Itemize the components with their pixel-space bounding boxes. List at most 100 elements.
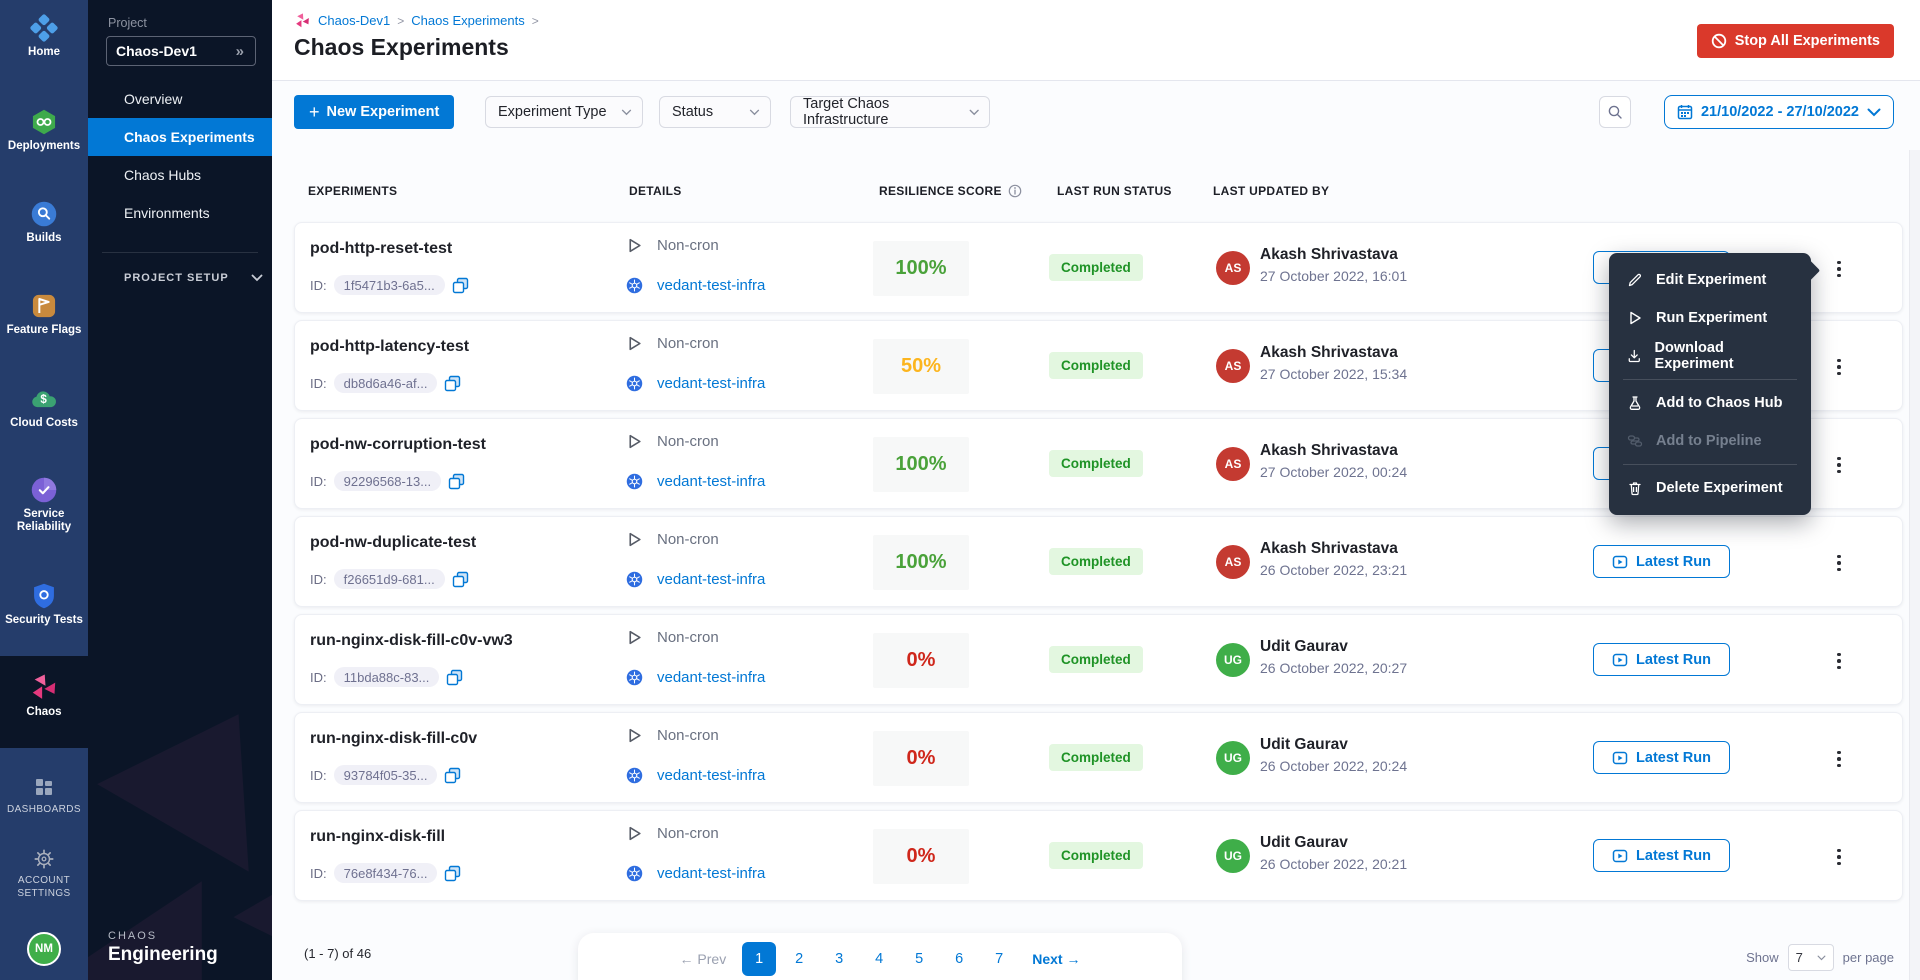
infrastructure-link[interactable]: vedant-test-infra xyxy=(657,277,765,294)
calendar-icon xyxy=(1677,104,1693,120)
page-title: Chaos Experiments xyxy=(294,34,509,61)
svg-text:$: $ xyxy=(40,394,47,406)
latest-run-button[interactable]: Latest Run xyxy=(1593,545,1730,578)
rail-item-service-reliability[interactable]: Service Reliability xyxy=(0,476,88,534)
nav-item-chaos-hubs[interactable]: Chaos Hubs xyxy=(88,156,272,194)
chevron-down-icon xyxy=(251,274,263,282)
breadcrumb-page-link[interactable]: Chaos Experiments xyxy=(411,13,524,28)
row-menu-button[interactable] xyxy=(1831,449,1847,481)
latest-run-button[interactable]: Latest Run xyxy=(1593,741,1730,774)
rail-item-chaos[interactable]: Chaos xyxy=(0,656,88,748)
page-button-3[interactable]: 3 xyxy=(822,942,856,976)
id-prefix: ID: xyxy=(310,278,327,293)
page-size-value: 7 xyxy=(1796,950,1803,965)
rail-item-dashboards[interactable]: DASHBOARDS xyxy=(0,775,88,816)
status-filter[interactable]: Status xyxy=(659,96,771,128)
menu-item-download-experiment[interactable]: Download Experiment xyxy=(1609,337,1811,375)
row-context-menu: Edit Experiment Run Experiment Download … xyxy=(1609,253,1811,515)
status-badge: Completed xyxy=(1049,744,1143,771)
project-selector[interactable]: Chaos-Dev1 » xyxy=(106,36,256,66)
rail-item-deployments[interactable]: Deployments xyxy=(0,108,88,153)
infrastructure-link[interactable]: vedant-test-infra xyxy=(657,473,765,490)
infrastructure-link[interactable]: vedant-test-infra xyxy=(657,571,765,588)
page-button-5[interactable]: 5 xyxy=(902,942,936,976)
page-size-select[interactable]: 7 xyxy=(1788,944,1834,971)
nav-item-environments[interactable]: Environments xyxy=(88,194,272,232)
gear-icon xyxy=(33,848,55,870)
row-menu-button[interactable] xyxy=(1831,841,1847,873)
rail-item-account-settings[interactable]: ACCOUNT SETTINGS xyxy=(0,848,88,900)
experiment-id-chip: 1f5471b3-6a5... xyxy=(334,275,445,295)
chaos-hub-icon xyxy=(1627,395,1643,411)
experiment-type-filter[interactable]: Experiment Type xyxy=(485,96,643,128)
page-button-4[interactable]: 4 xyxy=(862,942,896,976)
menu-item-label: Add to Chaos Hub xyxy=(1656,395,1782,411)
run-view-icon xyxy=(1612,652,1628,668)
infrastructure-line: vedant-test-infra xyxy=(626,473,765,490)
experiment-name: pod-nw-corruption-test xyxy=(310,436,486,454)
page-button-1[interactable]: 1 xyxy=(742,942,776,976)
row-menu-button[interactable] xyxy=(1831,645,1847,677)
infrastructure-line: vedant-test-infra xyxy=(626,767,765,784)
main-content: Chaos-Dev1 > Chaos Experiments > Chaos E… xyxy=(272,0,1920,980)
id-prefix: ID: xyxy=(310,768,327,783)
menu-item-delete-experiment[interactable]: Delete Experiment xyxy=(1609,469,1811,507)
status-badge: Completed xyxy=(1049,842,1143,869)
copy-icon[interactable] xyxy=(448,473,465,490)
copy-icon[interactable] xyxy=(452,571,469,588)
scrollbar-track[interactable] xyxy=(1909,150,1920,980)
infrastructure-line: vedant-test-infra xyxy=(626,865,765,882)
page-button-7[interactable]: 7 xyxy=(982,942,1016,976)
latest-run-button[interactable]: Latest Run xyxy=(1593,839,1730,872)
latest-run-button[interactable]: Latest Run xyxy=(1593,643,1730,676)
rail-item-cloud-costs[interactable]: $ Cloud Costs xyxy=(0,385,88,430)
copy-icon[interactable] xyxy=(452,277,469,294)
status-badge: Completed xyxy=(1049,450,1143,477)
user-avatar: UG xyxy=(1216,643,1250,677)
play-outline-icon xyxy=(626,531,643,548)
experiment-id-line: ID: 92296568-13... xyxy=(310,471,465,491)
breadcrumb-project-link[interactable]: Chaos-Dev1 xyxy=(318,13,390,28)
rail-item-feature-flags[interactable]: Feature Flags xyxy=(0,292,88,337)
chevron-down-icon xyxy=(749,109,760,116)
menu-item-add-to-chaos-hub[interactable]: Add to Chaos Hub xyxy=(1609,384,1811,422)
collapse-nav-button[interactable]: » xyxy=(234,43,246,60)
chevron-down-icon xyxy=(1817,955,1826,961)
next-page-button[interactable]: Next → xyxy=(1032,951,1080,967)
project-setup-toggle[interactable]: PROJECT SETUP xyxy=(124,272,263,284)
infrastructure-link[interactable]: vedant-test-infra xyxy=(657,767,765,784)
date-range-picker[interactable]: 21/10/2022 - 27/10/2022 xyxy=(1664,95,1894,129)
menu-item-run-experiment[interactable]: Run Experiment xyxy=(1609,299,1811,337)
page-button-2[interactable]: 2 xyxy=(782,942,816,976)
schedule-label: Non-cron xyxy=(657,237,719,254)
infrastructure-link[interactable]: vedant-test-infra xyxy=(657,375,765,392)
play-outline-icon xyxy=(626,335,643,352)
copy-icon[interactable] xyxy=(446,669,463,686)
nav-item-overview[interactable]: Overview xyxy=(88,80,272,118)
rail-item-builds[interactable]: Builds xyxy=(0,200,88,245)
rail-item-home[interactable]: Home xyxy=(0,14,88,59)
copy-icon[interactable] xyxy=(444,767,461,784)
rail-label: Security Tests xyxy=(0,614,88,627)
row-menu-button[interactable] xyxy=(1831,351,1847,383)
menu-divider xyxy=(1623,379,1797,380)
new-experiment-button[interactable]: + New Experiment xyxy=(294,95,454,129)
play-outline-icon xyxy=(626,433,643,450)
prev-page-button[interactable]: ← Prev xyxy=(680,951,727,967)
search-button[interactable] xyxy=(1599,96,1631,128)
row-menu-button[interactable] xyxy=(1831,253,1847,285)
target-infrastructure-filter[interactable]: Target Chaos Infrastructure xyxy=(790,96,990,128)
row-menu-button[interactable] xyxy=(1831,547,1847,579)
rail-item-security-tests[interactable]: Security Tests xyxy=(0,582,88,627)
copy-icon[interactable] xyxy=(444,865,461,882)
infrastructure-link[interactable]: vedant-test-infra xyxy=(657,865,765,882)
infrastructure-link[interactable]: vedant-test-infra xyxy=(657,669,765,686)
row-menu-button[interactable] xyxy=(1831,743,1847,775)
copy-icon[interactable] xyxy=(444,375,461,392)
menu-item-edit-experiment[interactable]: Edit Experiment xyxy=(1609,261,1811,299)
nav-item-chaos-experiments[interactable]: Chaos Experiments xyxy=(88,118,272,156)
info-icon[interactable] xyxy=(1008,184,1022,198)
user-avatar[interactable]: NM xyxy=(27,932,61,966)
page-button-6[interactable]: 6 xyxy=(942,942,976,976)
stop-all-experiments-button[interactable]: Stop All Experiments xyxy=(1697,24,1894,58)
